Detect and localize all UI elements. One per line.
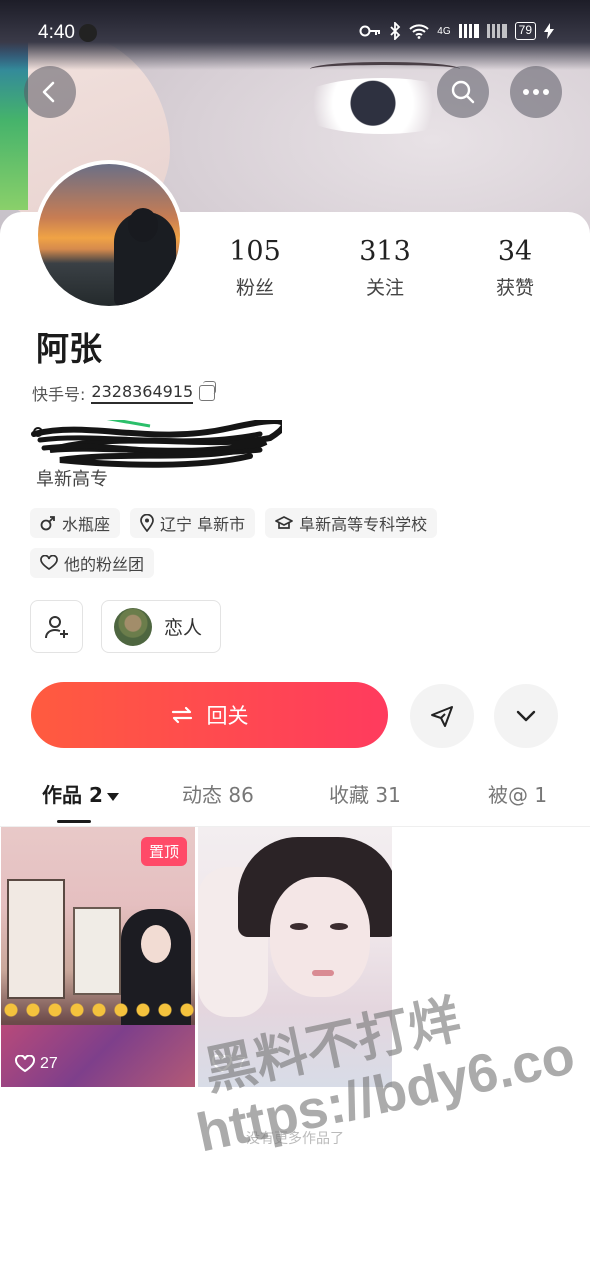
copy-icon[interactable] <box>199 381 217 401</box>
tag-label: 辽宁 阜新市 <box>160 515 246 534</box>
profile-name: 阿张 <box>36 329 102 368</box>
tab-label: 作品 <box>42 783 82 807</box>
social-row: 恋人 <box>30 600 222 653</box>
tag-label: 水瓶座 <box>62 515 111 534</box>
tab-count: 31 <box>375 783 401 807</box>
stat-following[interactable]: 313 关注 <box>330 236 440 300</box>
kuaishou-id-row: 快手号: 2328364915 <box>32 381 217 405</box>
tab-works[interactable]: 作品 2 <box>42 779 119 808</box>
search-icon <box>451 80 475 104</box>
profile-tags: 水瓶座 辽宁 阜新市 阜新高等专科学校 他的粉丝团 <box>30 508 570 578</box>
kuaishou-id-label: 快手号: <box>32 385 86 404</box>
back-button[interactable] <box>24 66 76 118</box>
lover-button[interactable]: 恋人 <box>101 600 222 653</box>
tab-count: 2 <box>88 783 103 807</box>
key-icon <box>359 25 381 37</box>
network-type: 4G <box>437 25 451 37</box>
kuaishou-id-value: 2328364915 <box>91 382 194 404</box>
work-thumbnail[interactable]: 置顶 27 <box>1 827 195 1087</box>
status-bar: 4:40 4G 79 <box>0 0 590 64</box>
tab-label: 被@ <box>488 783 528 807</box>
stat-fans[interactable]: 105 粉丝 <box>200 236 310 300</box>
add-user-icon <box>44 615 68 638</box>
more-horizontal-icon <box>523 89 549 95</box>
tab-label: 动态 <box>182 783 222 807</box>
message-button[interactable] <box>410 684 474 748</box>
tab-count: 86 <box>228 783 254 807</box>
bio-school: 阜新高专 <box>36 469 108 490</box>
status-time: 4:40 <box>38 22 75 43</box>
follow-back-button[interactable]: 回关 <box>31 682 388 748</box>
tab-count: 1 <box>534 783 548 807</box>
caret-down-icon <box>106 792 119 801</box>
stat-likes[interactable]: 34 获赞 <box>460 236 570 300</box>
search-button[interactable] <box>437 66 489 118</box>
charging-icon <box>544 23 554 39</box>
lover-avatar <box>114 607 152 646</box>
send-icon <box>431 706 453 727</box>
chevron-left-icon <box>42 81 55 103</box>
tag-location[interactable]: 辽宁 阜新市 <box>130 508 256 538</box>
bluetooth-icon <box>390 22 401 40</box>
tag-zodiac[interactable]: 水瓶座 <box>30 508 121 538</box>
stat-label: 获赞 <box>495 277 534 299</box>
tag-school[interactable]: 阜新高等专科学校 <box>265 508 438 538</box>
tab-moments[interactable]: 动态 86 <box>182 779 254 808</box>
content-tabs: 作品 2 动态 86 收藏 31 被@ 1 <box>0 775 590 827</box>
school-icon <box>275 516 293 529</box>
like-count: 27 <box>15 1055 58 1073</box>
tag-fan-club[interactable]: 他的粉丝团 <box>30 548 155 578</box>
heart-icon <box>40 555 58 571</box>
tag-label: 他的粉丝团 <box>64 555 145 574</box>
like-count-value: 27 <box>40 1055 58 1072</box>
tab-label: 收藏 <box>329 783 369 807</box>
stat-value: 105 <box>229 236 281 267</box>
tab-indicator <box>57 820 91 823</box>
battery-level: 79 <box>514 22 536 40</box>
location-icon <box>140 514 154 532</box>
more-button[interactable] <box>510 66 562 118</box>
profile-stats: 105 粉丝 313 关注 34 获赞 <box>200 236 570 300</box>
signal-icon <box>458 24 479 38</box>
stat-value: 34 <box>497 236 533 267</box>
follow-back-label: 回关 <box>206 704 249 728</box>
stat-value: 313 <box>359 236 411 267</box>
avatar[interactable] <box>34 160 184 310</box>
stat-label: 粉丝 <box>235 277 274 299</box>
swap-arrows-icon <box>171 706 192 724</box>
lover-label: 恋人 <box>164 617 203 639</box>
stat-label: 关注 <box>365 277 404 299</box>
expand-button[interactable] <box>494 684 558 748</box>
chevron-down-icon <box>516 710 536 722</box>
signal-icon-2 <box>486 24 507 38</box>
wifi-icon <box>409 24 429 39</box>
pinned-badge: 置顶 <box>140 837 187 866</box>
add-friend-button[interactable] <box>30 600 83 653</box>
tag-label: 阜新高等专科学校 <box>299 515 428 534</box>
male-icon <box>40 516 55 531</box>
heart-outline-icon <box>15 1055 35 1073</box>
cat-icon <box>79 24 97 42</box>
tab-favorites[interactable]: 收藏 31 <box>329 779 401 808</box>
tab-mentioned[interactable]: 被@ 1 <box>488 779 547 808</box>
